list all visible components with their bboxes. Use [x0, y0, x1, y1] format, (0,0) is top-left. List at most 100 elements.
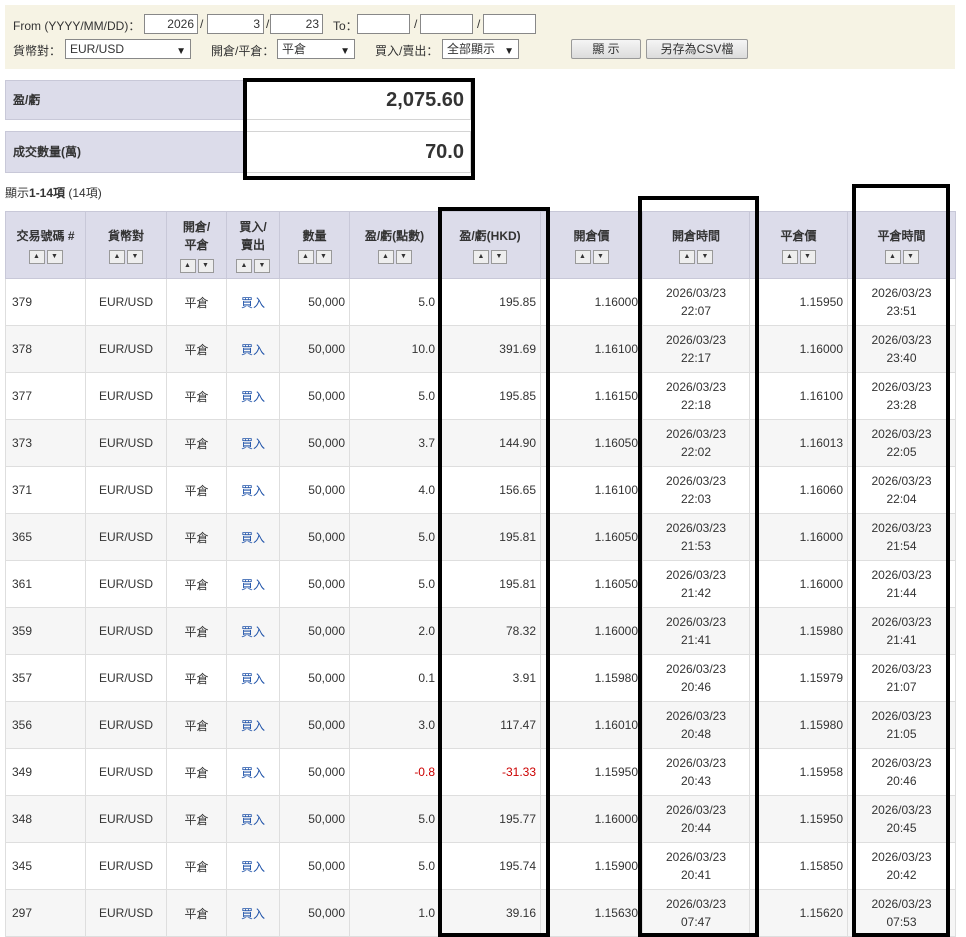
buysell-link[interactable]: 買入 — [226, 748, 280, 796]
buysell-link[interactable]: 買入 — [226, 842, 280, 890]
open-date: 2026/03/23 — [665, 474, 727, 488]
close-date: 2026/03/23 — [871, 427, 932, 441]
sort-asc-icon[interactable]: ▲ — [473, 249, 489, 264]
trade-id-cell: 371 — [5, 466, 86, 514]
buysell-select[interactable]: 全部顯示 ▼ — [442, 39, 519, 59]
pl-hkd-cell: 39.16 — [439, 889, 541, 937]
close-time-cell: 2026/03/23 21:05 — [847, 701, 956, 749]
col-header-pair: 貨幣對 ▲ ▼ — [85, 211, 167, 279]
close-time-cell: 2026/03/23 20:45 — [847, 795, 956, 843]
buysell-link[interactable]: 買入 — [226, 372, 280, 420]
close-time-cell: 2026/03/23 22:05 — [847, 419, 956, 467]
close-time-cell: 2026/03/23 23:51 — [847, 278, 956, 326]
pl-points-cell: 5.0 — [349, 842, 440, 890]
pl-hkd-cell: 195.77 — [439, 795, 541, 843]
save-csv-button[interactable]: 另存為CSV檔 — [646, 39, 748, 59]
record-count-range: 1-14項 — [29, 186, 66, 200]
col-header-label: 開倉價 — [573, 228, 610, 243]
pair-cell: EUR/USD — [85, 654, 167, 702]
close-time-cell: 2026/03/23 23:40 — [847, 325, 956, 373]
sort-desc-icon[interactable]: ▼ — [395, 249, 412, 264]
buysell-link[interactable]: 買入 — [226, 466, 280, 514]
buysell-link[interactable]: 買入 — [226, 419, 280, 467]
pair-cell: EUR/USD — [85, 466, 167, 514]
pl-hkd-cell: 195.74 — [439, 842, 541, 890]
sort-asc-icon[interactable]: ▲ — [297, 249, 314, 264]
buysell-link[interactable]: 買入 — [226, 560, 280, 608]
sort-desc-icon[interactable]: ▼ — [902, 249, 919, 264]
sort-desc-icon[interactable]: ▼ — [592, 249, 609, 264]
open-clock: 22:03 — [680, 492, 712, 506]
open-price-cell: 1.16000 — [540, 607, 643, 655]
sort-desc-icon[interactable]: ▼ — [799, 249, 816, 264]
sort-desc-icon[interactable]: ▼ — [315, 249, 332, 264]
close-price-cell: 1.15980 — [749, 701, 848, 749]
chevron-down-icon: ▼ — [340, 46, 350, 57]
openclose-cell: 平倉 — [166, 701, 227, 749]
sort-asc-icon[interactable]: ▲ — [781, 249, 798, 264]
buysell-link[interactable]: 買入 — [226, 701, 280, 749]
sort-desc-icon[interactable]: ▼ — [697, 249, 713, 264]
sort-asc-icon[interactable]: ▲ — [574, 249, 591, 264]
trade-id-cell: 361 — [5, 560, 86, 608]
buysell-link[interactable]: 買入 — [226, 513, 280, 561]
sort-asc-icon[interactable]: ▲ — [884, 249, 901, 264]
open-price-cell: 1.16050 — [540, 560, 643, 608]
qty-cell: 50,000 — [279, 513, 350, 561]
close-clock: 21:41 — [886, 633, 917, 647]
sort-desc-icon[interactable]: ▼ — [254, 258, 270, 273]
pl-hkd-cell: -31.33 — [439, 748, 541, 796]
close-clock: 22:05 — [886, 445, 917, 459]
buysell-link[interactable]: 買入 — [226, 654, 280, 702]
qty-cell: 50,000 — [279, 701, 350, 749]
close-date: 2026/03/23 — [871, 333, 932, 347]
close-time-cell: 2026/03/23 21:41 — [847, 607, 956, 655]
sort-asc-icon[interactable]: ▲ — [179, 258, 196, 273]
to-label: To： — [333, 19, 358, 33]
sort-asc-icon[interactable]: ▲ — [679, 249, 695, 264]
sort-asc-icon[interactable]: ▲ — [109, 249, 125, 264]
close-price-cell: 1.15620 — [749, 889, 848, 937]
table-row: 359 EUR/USD 平倉 買入 50,000 2.0 78.32 1.16000 2026/… — [5, 607, 956, 655]
to-day-input[interactable] — [483, 14, 536, 34]
pair-cell: EUR/USD — [85, 513, 167, 561]
sort-asc-icon[interactable]: ▲ — [28, 249, 45, 264]
pl-hkd-cell: 3.91 — [439, 654, 541, 702]
from-month-input[interactable]: 3 — [207, 14, 264, 34]
openclose-cell: 平倉 — [166, 466, 227, 514]
open-clock: 21:41 — [680, 633, 712, 647]
close-clock: 22:04 — [886, 492, 917, 506]
close-price-cell: 1.16013 — [749, 419, 848, 467]
pl-points-cell: 3.7 — [349, 419, 440, 467]
col-header-label: 平倉 — [184, 237, 209, 252]
table-row: 379 EUR/USD 平倉 買入 50,000 5.0 195.85 1.16000 2026… — [5, 278, 956, 326]
from-year-input[interactable]: 2026 — [144, 14, 198, 34]
buysell-select-value: 全部顯示 — [447, 42, 496, 56]
from-day-input[interactable]: 23 — [270, 14, 323, 34]
openclose-select[interactable]: 平倉 ▼ — [277, 39, 355, 59]
qty-cell: 50,000 — [279, 560, 350, 608]
show-button[interactable]: 顯 示 — [571, 39, 641, 59]
open-time-cell: 2026/03/23 22:02 — [642, 419, 750, 467]
sort-desc-icon[interactable]: ▼ — [46, 249, 63, 264]
pair-cell: EUR/USD — [85, 607, 167, 655]
openclose-cell: 平倉 — [166, 842, 227, 890]
sort-asc-icon[interactable]: ▲ — [236, 258, 252, 273]
buysell-link[interactable]: 買入 — [226, 325, 280, 373]
to-year-input[interactable] — [357, 14, 410, 34]
buysell-link[interactable]: 買入 — [226, 795, 280, 843]
sort-desc-icon[interactable]: ▼ — [491, 249, 507, 264]
sort-desc-icon[interactable]: ▼ — [127, 249, 143, 264]
buysell-link[interactable]: 買入 — [226, 607, 280, 655]
pl-hkd-cell: 195.81 — [439, 513, 541, 561]
buysell-link[interactable]: 買入 — [226, 889, 280, 937]
close-time-cell: 2026/03/23 22:04 — [847, 466, 956, 514]
to-month-input[interactable] — [420, 14, 473, 34]
buysell-link[interactable]: 買入 — [226, 278, 280, 326]
sort-desc-icon[interactable]: ▼ — [197, 258, 214, 273]
sort-asc-icon[interactable]: ▲ — [377, 249, 394, 264]
pl-hkd-cell: 195.85 — [439, 372, 541, 420]
pair-cell: EUR/USD — [85, 842, 167, 890]
pair-select[interactable]: EUR/USD ▼ — [65, 39, 191, 59]
openclose-cell: 平倉 — [166, 748, 227, 796]
